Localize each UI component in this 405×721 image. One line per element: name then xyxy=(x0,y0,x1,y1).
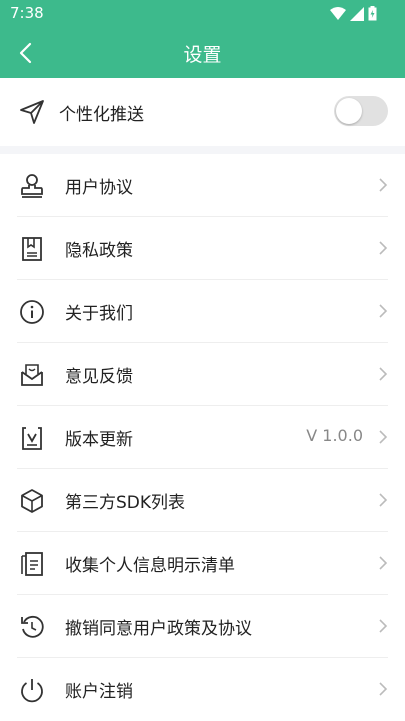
chevron-right-icon xyxy=(379,493,388,507)
item-label: 用户协议 xyxy=(65,178,133,198)
settings-list: 用户协议 隐私政策 关于我们 意见反馈 版本更新 V 1.0.0 第三方SDK列… xyxy=(0,154,405,721)
battery-icon xyxy=(368,6,377,21)
cube-icon xyxy=(17,486,47,516)
list-item-privacy-policy[interactable]: 隐私政策 xyxy=(0,217,405,280)
bookmark-doc-icon xyxy=(17,234,47,264)
feedback-mail-icon xyxy=(17,360,47,390)
section-divider xyxy=(0,146,405,154)
toggle-knob xyxy=(336,98,362,124)
chevron-right-icon xyxy=(379,682,388,696)
power-icon xyxy=(17,675,47,705)
user-stamp-icon xyxy=(17,171,47,201)
list-item-account-cancel[interactable]: 账户注销 xyxy=(0,658,405,721)
send-icon xyxy=(17,97,47,127)
item-label: 收集个人信息明示清单 xyxy=(65,556,235,576)
chevron-right-icon xyxy=(379,304,388,318)
list-item-about-us[interactable]: 关于我们 xyxy=(0,280,405,343)
list-item-version-update[interactable]: 版本更新 V 1.0.0 xyxy=(0,406,405,469)
chevron-right-icon xyxy=(379,367,388,381)
list-item-third-party-sdk[interactable]: 第三方SDK列表 xyxy=(0,469,405,532)
chevron-right-icon xyxy=(379,178,388,192)
push-setting-row: 个性化推送 xyxy=(0,78,405,146)
info-icon xyxy=(17,297,47,327)
status-icons xyxy=(330,6,377,21)
list-item-user-agreement[interactable]: 用户协议 xyxy=(0,154,405,217)
app-bar: 设置 xyxy=(0,28,405,78)
item-label: 隐私政策 xyxy=(65,241,133,261)
item-label: 意见反馈 xyxy=(65,367,133,387)
documents-list-icon xyxy=(17,549,47,579)
push-label: 个性化推送 xyxy=(59,104,144,125)
status-bar: 7:38 xyxy=(0,0,405,28)
item-label: 撤销同意用户政策及协议 xyxy=(65,619,252,639)
item-label: 关于我们 xyxy=(65,304,133,324)
list-item-feedback[interactable]: 意见反馈 xyxy=(0,343,405,406)
item-label: 账户注销 xyxy=(65,682,133,702)
version-value: V 1.0.0 xyxy=(306,426,363,445)
page-title: 设置 xyxy=(183,44,222,66)
chevron-right-icon xyxy=(379,241,388,255)
revoke-rotate-icon xyxy=(17,612,47,642)
wifi-icon xyxy=(330,6,346,20)
chevron-right-icon xyxy=(379,619,388,633)
chevron-right-icon xyxy=(379,556,388,570)
list-item-personal-info-list[interactable]: 收集个人信息明示清单 xyxy=(0,532,405,595)
chevron-right-icon xyxy=(379,430,388,444)
item-label: 版本更新 xyxy=(65,430,133,450)
push-toggle[interactable] xyxy=(334,96,388,126)
signal-icon xyxy=(350,6,364,21)
list-item-revoke-consent[interactable]: 撤销同意用户政策及协议 xyxy=(0,595,405,658)
status-time: 7:38 xyxy=(10,4,44,22)
item-label: 第三方SDK列表 xyxy=(65,493,186,513)
update-box-icon xyxy=(17,423,47,453)
